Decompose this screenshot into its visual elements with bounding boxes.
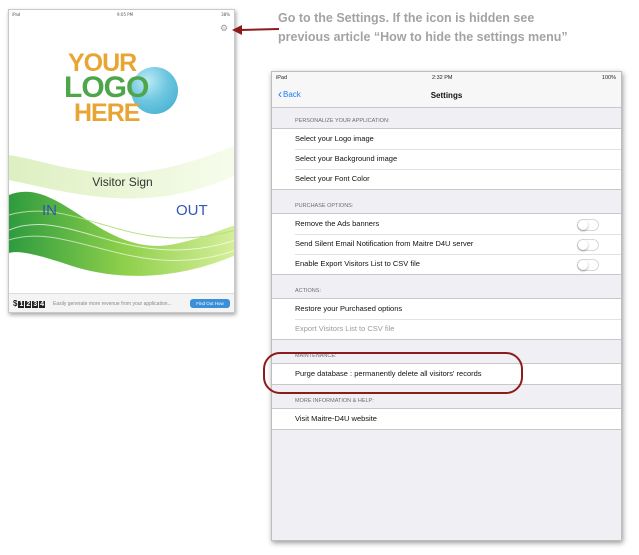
silent-email-row: Send Silent Email Notification from Mait… bbox=[272, 234, 621, 254]
ad-brand-digit: 1 bbox=[18, 301, 25, 308]
callout-line-1: Go to the Settings. If the icon is hidde… bbox=[278, 11, 535, 25]
visitor-sign-title: Visitor Sign bbox=[92, 175, 153, 189]
tutorial-canvas: iPad 9:05 PM 38% ⚙ YOUR LOGO HERE Visito… bbox=[0, 0, 639, 555]
enable-export-toggle[interactable] bbox=[577, 259, 599, 271]
group-purchase: Remove the Ads banners Send Silent Email… bbox=[272, 213, 621, 275]
remove-ads-label: Remove the Ads banners bbox=[295, 219, 380, 228]
ad-banner[interactable]: $1 2 3 4 Easily generate more revenue from … bbox=[9, 293, 234, 312]
enable-export-label: Enable Export Visitors List to CSV file bbox=[295, 259, 420, 268]
group-actions: Restore your Purchased options Export Vi… bbox=[272, 298, 621, 340]
battery-label: 100% bbox=[601, 75, 616, 81]
section-header-actions: ACTIONS: bbox=[295, 288, 321, 294]
toggle-knob bbox=[578, 260, 588, 270]
ad-brand-digit: 4 bbox=[39, 301, 46, 308]
settings-screen: iPad 2:32 PM 100% ‹Back Settings PERSONA… bbox=[271, 71, 622, 541]
section-header-purchase: PURCHASE OPTIONS: bbox=[295, 203, 354, 209]
select-logo-row[interactable]: Select your Logo image bbox=[272, 129, 621, 149]
visit-website-row[interactable]: Visit Maitre-D4U website bbox=[272, 409, 621, 429]
ad-find-out-button[interactable]: Find Out How bbox=[190, 299, 230, 308]
battery-label: 38% bbox=[221, 12, 230, 17]
enable-export-row: Enable Export Visitors List to CSV file bbox=[272, 254, 621, 274]
ad-brand-prefix: $ bbox=[13, 299, 18, 308]
visitor-sign-screen: iPad 9:05 PM 38% ⚙ YOUR LOGO HERE Visito… bbox=[8, 9, 235, 313]
carrier-label: iPad bbox=[12, 12, 21, 17]
callout-line-2: previous article “How to hide the settin… bbox=[278, 30, 568, 44]
toggle-knob bbox=[578, 220, 588, 230]
status-bar: iPad 9:05 PM 38% bbox=[9, 10, 234, 19]
silent-email-label: Send Silent Email Notification from Mait… bbox=[295, 239, 474, 248]
clock-label: 9:05 PM bbox=[117, 12, 134, 17]
ad-brand-digit: 2 bbox=[25, 301, 32, 308]
app-logo: YOUR LOGO HERE bbox=[64, 47, 189, 132]
logo-word-here: HERE bbox=[74, 99, 140, 127]
section-header-more-info: MORE INFORMATION & HELP: bbox=[295, 398, 374, 404]
export-csv-row: Export Visitors List to CSV file bbox=[272, 319, 621, 339]
silent-email-toggle[interactable] bbox=[577, 239, 599, 251]
navigation-bar: ‹Back Settings bbox=[272, 84, 621, 108]
remove-ads-toggle[interactable] bbox=[577, 219, 599, 231]
select-font-color-row[interactable]: Select your Font Color bbox=[272, 169, 621, 189]
ad-brand-logo: $1 2 3 4 bbox=[13, 299, 46, 308]
carrier-label: iPad bbox=[276, 75, 288, 81]
purge-highlight-ring bbox=[263, 352, 523, 394]
sign-out-button[interactable]: OUT bbox=[176, 202, 208, 219]
restore-purchases-row[interactable]: Restore your Purchased options bbox=[272, 299, 621, 319]
status-bar: iPad 2:32 PM 100% bbox=[272, 72, 621, 84]
select-background-row[interactable]: Select your Background image bbox=[272, 149, 621, 169]
ad-text: Easily generate more revenue from your a… bbox=[53, 301, 172, 307]
settings-gear-icon[interactable]: ⚙ bbox=[220, 24, 229, 33]
toggle-knob bbox=[578, 240, 588, 250]
page-title: Settings bbox=[430, 91, 463, 100]
clock-label: 2:32 PM bbox=[432, 75, 453, 81]
group-more-info: Visit Maitre-D4U website bbox=[272, 408, 621, 430]
group-personalize: Select your Logo image Select your Backg… bbox=[272, 128, 621, 190]
section-header-personalize: PERSONALIZE YOUR APPLICATION: bbox=[295, 118, 390, 124]
sign-in-button[interactable]: IN bbox=[42, 202, 57, 219]
callout-arrow-icon bbox=[232, 25, 280, 35]
instruction-callout: Go to the Settings. If the icon is hidde… bbox=[278, 9, 628, 47]
ad-brand-digit: 3 bbox=[32, 301, 39, 308]
remove-ads-row: Remove the Ads banners bbox=[272, 214, 621, 234]
